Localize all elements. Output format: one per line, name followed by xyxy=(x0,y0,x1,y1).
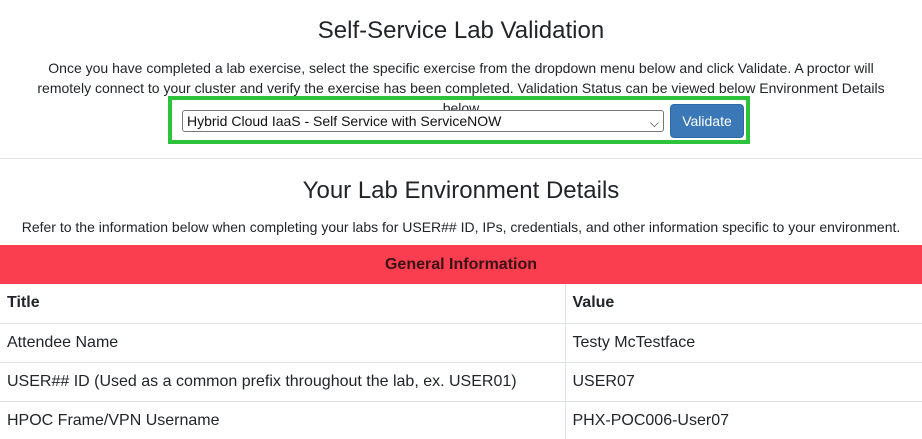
table-cell-title: Attendee Name xyxy=(0,323,566,363)
table-cell-title: USER## ID (Used as a common prefix throu… xyxy=(0,362,566,402)
table-group-title: General Information xyxy=(0,245,922,284)
environment-subtitle: Refer to the information below when comp… xyxy=(21,219,901,235)
exercise-select-value: Hybrid Cloud IaaS - Self Service with Se… xyxy=(187,113,502,129)
general-information-table: General Information Title Value Attendee… xyxy=(0,245,922,439)
table-group-header-row: General Information xyxy=(0,245,922,284)
exercise-select[interactable]: Hybrid Cloud IaaS - Self Service with Se… xyxy=(182,110,664,132)
table-column-header-row: Title Value xyxy=(0,284,922,324)
validation-form: Hybrid Cloud IaaS - Self Service with Se… xyxy=(168,96,750,144)
table-cell-value: PHX-POC006-User07 xyxy=(565,401,922,439)
table-row: HPOC Frame/VPN Username PHX-POC006-User0… xyxy=(0,401,922,439)
table-row: USER## ID (Used as a common prefix throu… xyxy=(0,362,922,402)
table-cell-value: Testy McTestface xyxy=(565,323,922,363)
section-divider xyxy=(0,158,922,159)
table-cell-value: USER07 xyxy=(565,362,922,402)
environment-title: Your Lab Environment Details xyxy=(302,177,620,204)
page: Self-Service Lab Validation Once you hav… xyxy=(0,0,922,439)
column-header-title: Title xyxy=(0,284,566,324)
table-cell-title: HPOC Frame/VPN Username xyxy=(0,401,566,439)
chevron-down-icon: ⌵ xyxy=(649,116,659,130)
validation-title: Self-Service Lab Validation xyxy=(317,17,605,44)
column-header-value: Value xyxy=(565,284,922,324)
table-row: Attendee Name Testy McTestface xyxy=(0,323,922,363)
validate-button[interactable]: Validate xyxy=(670,104,744,138)
environment-section: Your Lab Environment Details Refer to th… xyxy=(0,175,922,237)
